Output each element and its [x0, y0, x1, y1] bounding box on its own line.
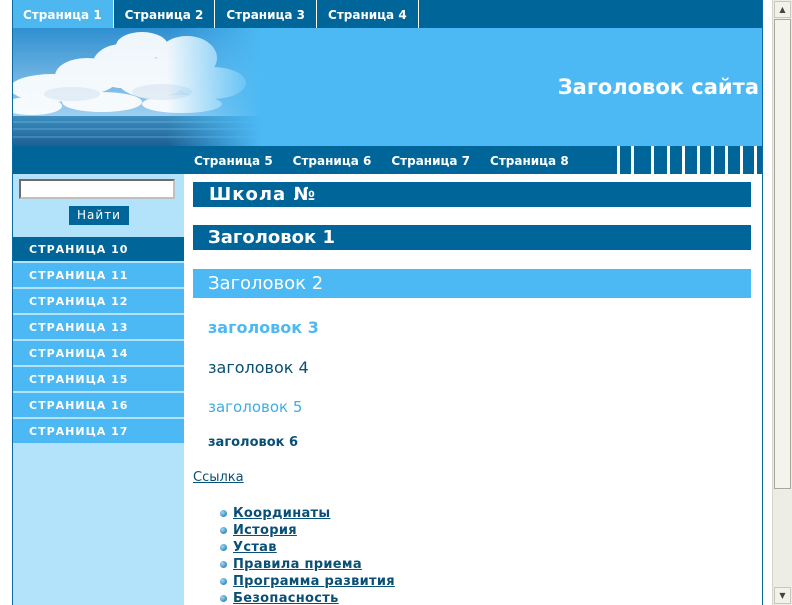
sub-nav-link-7[interactable]: Страница 7	[391, 146, 470, 174]
list-item: Правила приема	[217, 556, 395, 573]
links-list: Координаты История Устав Правила приема …	[217, 505, 395, 605]
bullet-icon	[220, 578, 227, 585]
browser-viewport: Страница 1 Страница 2 Страница 3 Страниц…	[0, 0, 772, 605]
top-nav-tab-1[interactable]: Страница 1	[12, 0, 114, 28]
bullet-icon	[220, 510, 227, 517]
scrollbar-thumb[interactable]	[774, 19, 791, 489]
search-button[interactable]: Найти	[69, 206, 129, 225]
bullet-icon	[220, 527, 227, 534]
top-nav-tab-3[interactable]: Страница 3	[215, 0, 318, 28]
sub-nav-link-8[interactable]: Страница 8	[490, 146, 569, 174]
scroll-down-arrow-icon[interactable]: ▼	[774, 587, 791, 604]
bullet-icon	[220, 595, 227, 602]
side-menu-item-16[interactable]: СТРАНИЦА 16	[12, 393, 184, 417]
link-development-program[interactable]: Программа развития	[233, 574, 395, 589]
link-history[interactable]: История	[233, 523, 297, 538]
side-menu-item-14[interactable]: СТРАНИЦА 14	[12, 341, 184, 365]
link-admission-rules[interactable]: Правила приема	[233, 557, 362, 572]
list-item: Безопасность	[217, 590, 395, 605]
heading-6: заголовок 6	[208, 435, 299, 450]
scroll-up-arrow-icon[interactable]: ▲	[774, 1, 791, 18]
site-title: Заголовок сайта	[557, 75, 759, 99]
link-safety[interactable]: Безопасность	[233, 591, 339, 605]
site-border-left	[12, 0, 13, 605]
school-heading: Школа №	[193, 182, 751, 207]
top-nav-tab-2[interactable]: Страница 2	[114, 0, 216, 28]
main-link[interactable]: Ссылка	[193, 470, 244, 485]
site-page: Страница 1 Страница 2 Страница 3 Страниц…	[12, 0, 763, 605]
bullet-icon	[220, 544, 227, 551]
heading-2: Заголовок 2	[193, 269, 751, 298]
sub-nav-link-5[interactable]: Страница 5	[194, 146, 273, 174]
site-border-right	[762, 0, 763, 605]
decorative-stripes	[617, 146, 763, 174]
side-menu-item-15[interactable]: СТРАНИЦА 15	[12, 367, 184, 391]
side-menu: СТРАНИЦА 10 СТРАНИЦА 11 СТРАНИЦА 12 СТРА…	[12, 237, 184, 445]
list-item: Программа развития	[217, 573, 395, 590]
top-nav: Страница 1 Страница 2 Страница 3 Страниц…	[12, 0, 763, 28]
link-charter[interactable]: Устав	[233, 540, 277, 555]
sky-sea-photo	[12, 28, 262, 146]
top-nav-tab-4[interactable]: Страница 4	[317, 0, 419, 28]
sidebar: Найти СТРАНИЦА 10 СТРАНИЦА 11 СТРАНИЦА 1…	[12, 174, 184, 605]
link-coordinates[interactable]: Координаты	[233, 506, 330, 521]
heading-5: заголовок 5	[208, 398, 303, 416]
secondary-nav: Страница 5 Страница 6 Страница 7 Страниц…	[12, 146, 763, 174]
list-item: История	[217, 522, 395, 539]
heading-3: заголовок 3	[208, 318, 319, 337]
heading-4: заголовок 4	[208, 358, 309, 377]
side-menu-item-13[interactable]: СТРАНИЦА 13	[12, 315, 184, 339]
search-input[interactable]	[19, 179, 175, 199]
main-content: Школа № Заголовок 1 Заголовок 2 заголово…	[184, 174, 763, 605]
site-header: Заголовок сайта	[12, 28, 763, 146]
list-item: Устав	[217, 539, 395, 556]
side-menu-item-17[interactable]: СТРАНИЦА 17	[12, 419, 184, 443]
vertical-scrollbar[interactable]: ▲ ▼	[772, 0, 792, 605]
list-item: Координаты	[217, 505, 395, 522]
bullet-icon	[220, 561, 227, 568]
side-menu-item-10[interactable]: СТРАНИЦА 10	[12, 237, 184, 261]
side-menu-item-11[interactable]: СТРАНИЦА 11	[12, 263, 184, 287]
sub-nav-link-6[interactable]: Страница 6	[293, 146, 372, 174]
side-menu-item-12[interactable]: СТРАНИЦА 12	[12, 289, 184, 313]
heading-1: Заголовок 1	[193, 225, 751, 250]
